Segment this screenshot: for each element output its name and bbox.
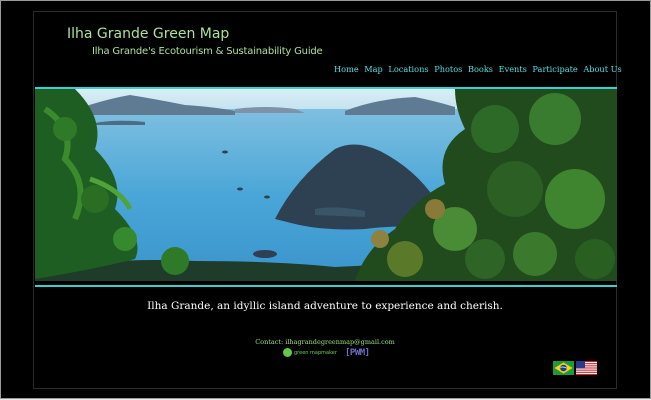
nav-map[interactable]: Map: [364, 64, 383, 74]
green-map-globe-icon: [283, 348, 292, 357]
nav-events[interactable]: Events: [499, 64, 527, 74]
nav-participate[interactable]: Participate: [532, 64, 577, 74]
hero-banner-image: [35, 87, 617, 287]
banner-photo: [35, 89, 617, 281]
nav-books[interactable]: Books: [468, 64, 493, 74]
pwm-badge[interactable]: [PWM]: [345, 348, 370, 358]
site-logo[interactable]: Ilha Grande Green Map Ilha Grande's Ecot…: [57, 24, 323, 74]
main-navigation: Home Map Locations Photos Books Events P…: [334, 64, 625, 74]
nav-locations[interactable]: Locations: [388, 64, 428, 74]
nav-about-us[interactable]: About Us: [583, 64, 621, 74]
contact-email[interactable]: Contact: ilhagrandegreenmap@gmail.com: [34, 338, 616, 346]
green-map-badge-label: green mapmaker: [294, 349, 337, 356]
site-title: Ilha Grande Green Map: [67, 26, 230, 42]
site-subtitle: Ilha Grande's Ecotourism & Sustainabilit…: [92, 46, 323, 57]
green-map-badge[interactable]: green mapmaker: [283, 348, 337, 357]
nav-home[interactable]: Home: [334, 64, 359, 74]
tagline: Ilha Grande, an idyllic island adventure…: [147, 300, 503, 312]
page-frame: Ilha Grande Green Map Ilha Grande's Ecot…: [0, 0, 651, 399]
content-container: Ilha Grande Green Map Ilha Grande's Ecot…: [33, 11, 622, 389]
us-flag-icon[interactable]: [576, 361, 597, 375]
nav-photos[interactable]: Photos: [434, 64, 462, 74]
brazil-flag-icon[interactable]: [553, 361, 574, 375]
